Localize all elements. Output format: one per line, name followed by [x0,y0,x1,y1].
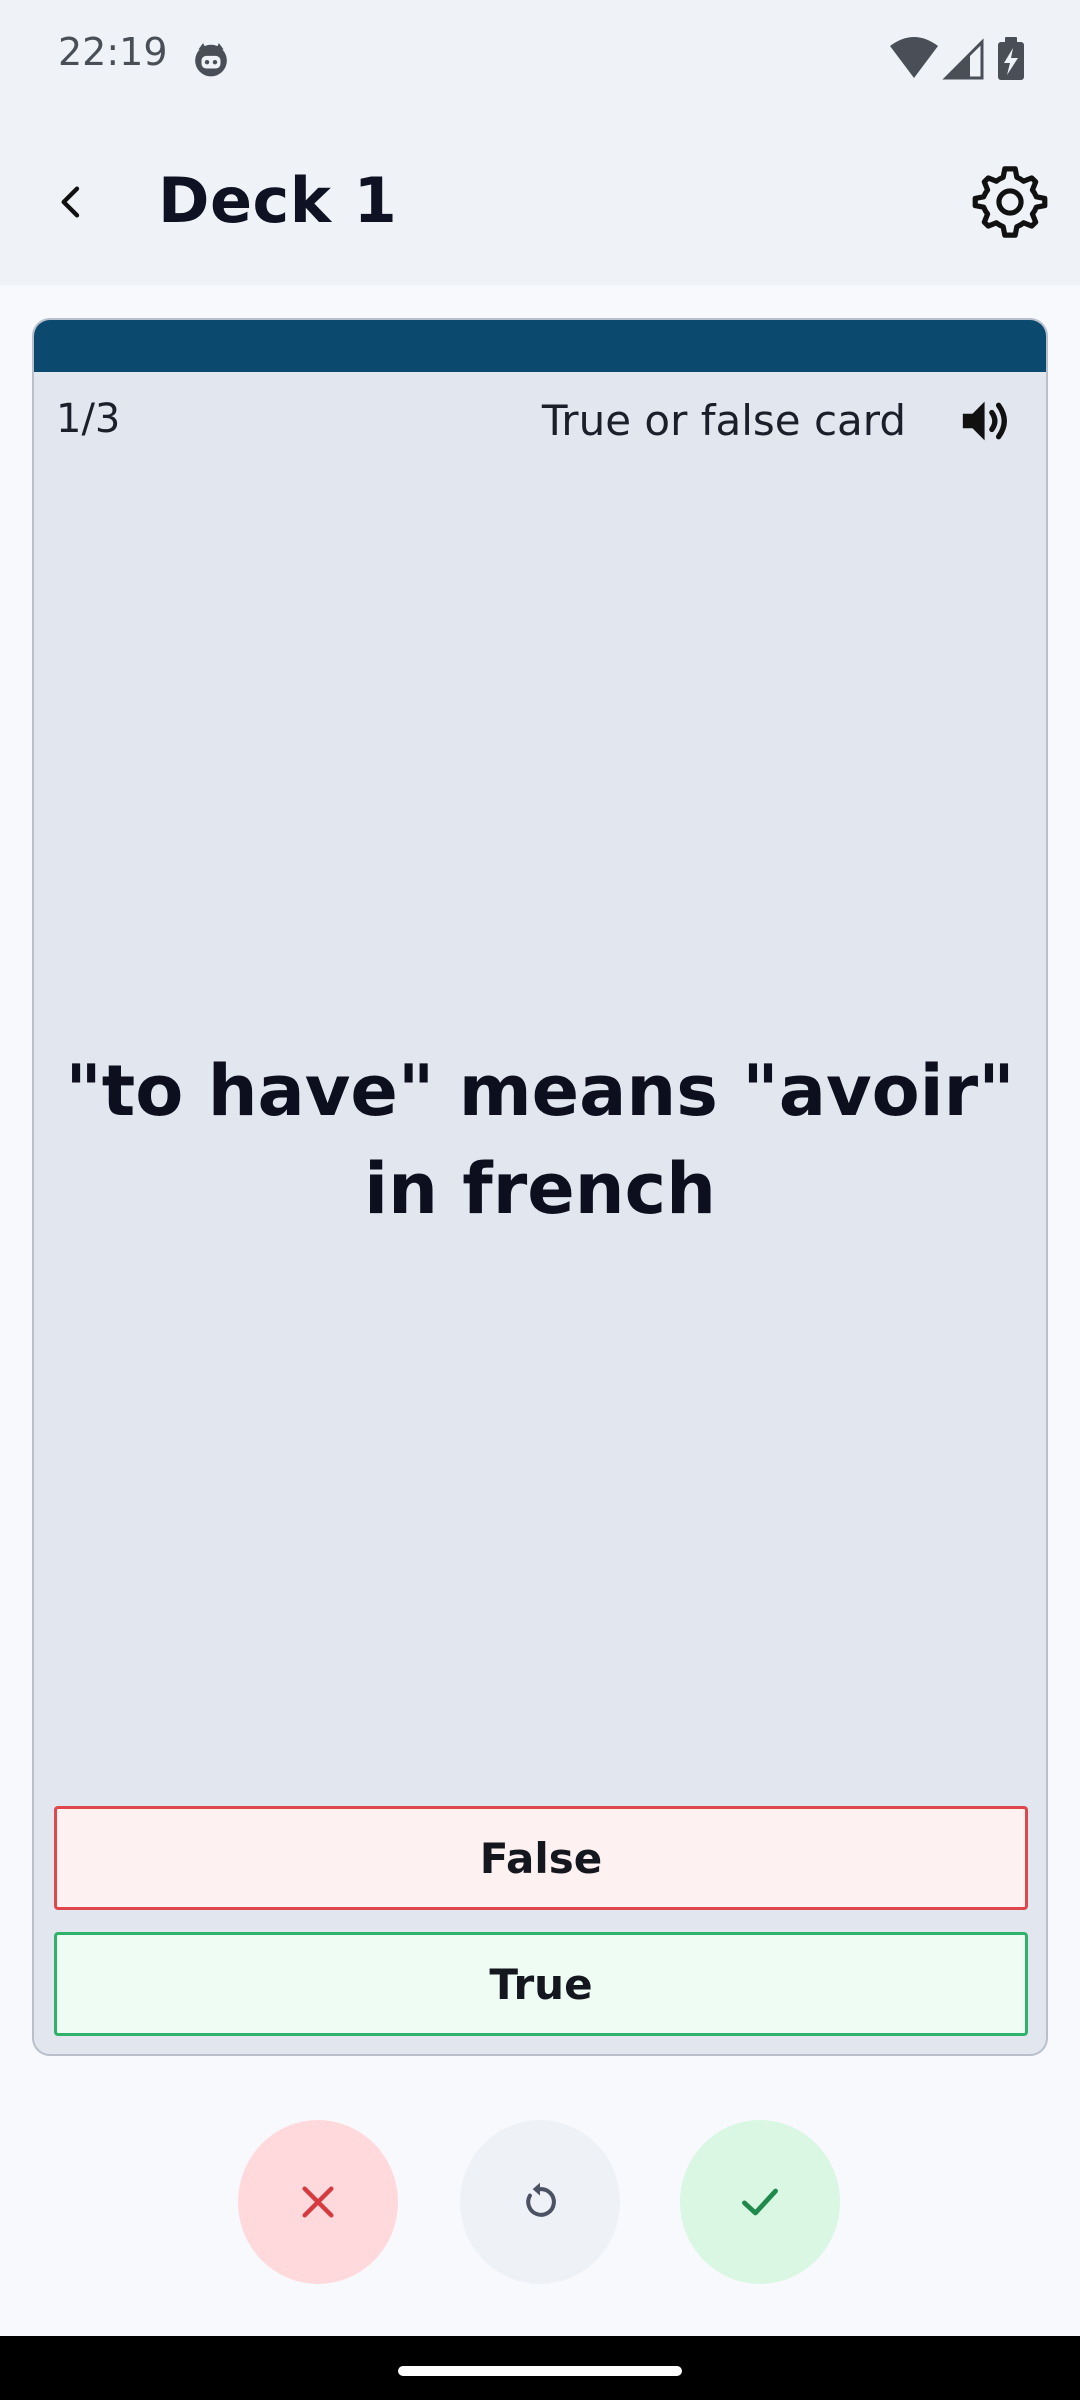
status-time: 22:19 [58,30,168,74]
home-gesture-handle[interactable] [398,2366,682,2376]
status-indicators [890,37,1024,80]
back-arrow-icon [61,186,80,218]
page-title: Deck 1 [158,164,398,237]
card-header-strip [34,320,1046,372]
false-answer-button[interactable]: False [54,1806,1028,1910]
gear-icon [972,166,1048,238]
mark-wrong-button[interactable] [238,2120,398,2284]
battery-charging-icon [998,37,1024,80]
notification-cat-icon [195,43,227,77]
status-bar: 22:19 [0,0,1080,120]
speaker-icon [962,401,1007,441]
check-icon [742,2188,778,2216]
settings-button[interactable] [966,158,1054,246]
card-counter: 1/3 [56,396,121,442]
card-type-label: True or false card [541,396,906,445]
system-nav-bar [0,2336,1080,2400]
mark-correct-button[interactable] [680,2120,840,2284]
reset-card-button[interactable] [460,2120,620,2284]
undo-icon [526,2182,556,2217]
speaker-button[interactable] [952,386,1022,456]
app-bar: Deck 1 [0,120,1080,285]
wifi-icon [890,37,938,78]
back-button[interactable] [40,170,104,234]
card-question: "to have" means "avoir" in french [65,1050,1015,1230]
close-icon [302,2186,334,2218]
true-answer-button[interactable]: True [54,1932,1028,2036]
flashcard: 1/3 True or false card "to have" means "… [32,318,1048,2056]
cellular-signal-icon [942,38,984,80]
